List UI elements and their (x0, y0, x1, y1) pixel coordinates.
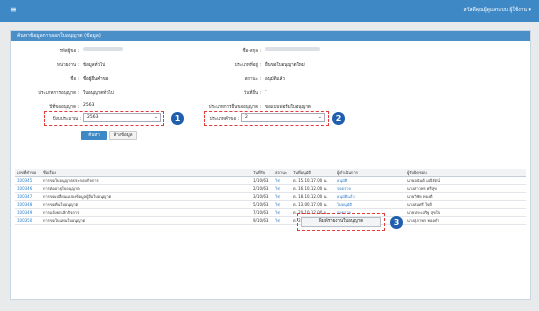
row-title: การขอคืนใบอนุญาต (41, 200, 251, 209)
row-received: 9/10/63 (251, 216, 273, 225)
table-row[interactable]: 100346 การต่ออายุใบอนุญาต 2/10/63 ใช่ ต.… (15, 184, 526, 193)
row-id-link[interactable]: 100350 (15, 216, 41, 225)
form-label-status: สถานะ : (244, 77, 261, 82)
table-row[interactable]: 100350 การขอใบแทนใบอนุญาต 9/10/63 ใช่ ต.… (15, 216, 526, 225)
form-value-year: 2563 (83, 103, 95, 108)
row-status: ใช่ (273, 208, 291, 217)
user-menu[interactable]: สวัสดีคุณผู้ดูแลระบบ ผู้ใช้งาน ▾ (464, 6, 531, 14)
table-row[interactable]: 100349 การแจ้งยกเลิกกิจการ 7/10/63 ใช่ ต… (15, 208, 526, 217)
row-title: การต่ออายุใบอนุญาต (41, 184, 251, 193)
redacted-value (83, 47, 123, 51)
row-received: 7/10/63 (251, 208, 273, 217)
form-value-request-type: ขอแบบฟอร์มใบอนุญาต (265, 105, 311, 110)
search-button[interactable]: ค้นหา (81, 131, 107, 140)
row-title: การขอใบอนุญาตประกอบกิจการ (41, 176, 251, 185)
row-id-link[interactable]: 100345 (15, 176, 41, 185)
column-header-status: สถานะ (273, 169, 291, 177)
form-value-agency: ข้อมูลทั่วไป (83, 63, 106, 68)
row-approved: ต. 18.10.12.00 น. (291, 192, 335, 201)
column-header-responsible: ผู้รับผิดชอบ (405, 169, 526, 177)
table-row[interactable]: 100345 การขอใบอนุญาตประกอบกิจการ 1/10/63… (15, 176, 526, 185)
form-label-code: รหัสผู้ขอ : (59, 49, 80, 54)
step-marker-3: 3 (390, 216, 403, 229)
row-approved: ต. 16.10.12.00 น. (291, 184, 335, 193)
row-responsible: นางสุภาพร ทองคำ (405, 216, 526, 225)
row-responsible: นายประเสริฐ สุขใจ (405, 208, 526, 217)
search-panel: ค้นหาข้อมูลการออกใบอนุญาต (ข้อมูล) รหัสผ… (10, 30, 531, 300)
column-header-operator: ผู้ดำเนินการ (335, 169, 405, 177)
row-operator-link[interactable]: รอตรวจ (335, 184, 405, 193)
form-label-address-type: ประเภทที่อยู่ : (234, 63, 261, 68)
row-received: 5/10/63 (251, 200, 273, 209)
row-title: การขอใบแทนใบอนุญาต (41, 216, 251, 225)
year-select-label: ปีงบประมาณ : (52, 117, 81, 122)
row-operator-link[interactable]: ไม่อนุมัติ (335, 200, 405, 209)
form-label-permit-type: ประเภทการอนุญาต : (38, 91, 79, 96)
form-value-permit-type: ใบอนุญาตทั่วไป (83, 91, 114, 96)
hamburger-icon[interactable]: ≡ (10, 5, 17, 14)
type-select[interactable]: 2 ⌄ (241, 113, 325, 122)
row-status: ใช่ (273, 216, 291, 225)
row-id-link[interactable]: 100349 (15, 208, 41, 217)
row-approved: ต. 13.00.17.00 น. (291, 200, 335, 209)
row-responsible: นางสมศรี ใจดี (405, 200, 526, 209)
step-marker-2: 2 (332, 112, 345, 125)
row-operator-link[interactable]: อนุมัติแล้ว (335, 192, 405, 201)
results-table: เลขที่คำขอ ชื่อเรื่อง วันที่รับ สถานะ วั… (15, 169, 526, 225)
row-operator-link[interactable]: อนุมัติ (335, 176, 405, 185)
column-header-id: เลขที่คำขอ (15, 169, 41, 177)
form-label-agency: หน่วยงาน : (57, 63, 79, 68)
row-received: 1/10/63 (251, 176, 273, 185)
row-id-link[interactable]: 100348 (15, 200, 41, 209)
type-select-value: 2 (245, 115, 248, 120)
form-label-date: วันที่ยื่น : (243, 91, 261, 96)
row-id-link[interactable]: 100346 (15, 184, 41, 193)
row-approved: ต. 15.10.17.00 น. (291, 176, 335, 185)
form-label-request-type: ประเภทการยื่นขออนุญาต : (208, 105, 261, 110)
row-status: ใช่ (273, 192, 291, 201)
row-title: การแจ้งยกเลิกกิจการ (41, 208, 251, 217)
form-label-name: ชื่อ : (70, 77, 79, 82)
form-label-fullname: ชื่อ-สกุล : (242, 49, 261, 54)
row-responsible: นายวิชัย ทองดี (405, 192, 526, 201)
row-responsible: นายอนันต์ มณีรัตน์ (405, 176, 526, 185)
table-row[interactable]: 100347 การขอเปลี่ยนแปลงข้อมูลผู้ถือใบอนุ… (15, 192, 526, 201)
row-title: การขอเปลี่ยนแปลงข้อมูลผู้ถือใบอนุญาต (41, 192, 251, 201)
reset-button[interactable]: ล้างข้อมูล (109, 131, 137, 140)
year-select-value: 2563 (87, 115, 99, 120)
print-report-button[interactable]: พิมพ์รายงานใบอนุญาต (301, 217, 381, 227)
row-status: ใช่ (273, 200, 291, 209)
form-value-address-type: ยื่นขอใบอนุญาตใหม่ (265, 63, 305, 68)
chevron-down-icon: ⌄ (317, 114, 322, 120)
table-header-row: เลขที่คำขอ ชื่อเรื่อง วันที่รับ สถานะ วั… (15, 169, 526, 177)
chevron-down-icon: ⌄ (153, 114, 158, 120)
row-received: 2/10/63 (251, 184, 273, 193)
panel-title: ค้นหาข้อมูลการออกใบอนุญาต (ข้อมูล) (11, 31, 530, 41)
row-received: 3/10/63 (251, 192, 273, 201)
form-label-year: ปีที่ขออนุญาต : (49, 105, 79, 110)
type-select-label: ประเภทคำขอ : (209, 117, 239, 122)
form-value-status: อนุมัติแล้ว (265, 77, 285, 82)
step-marker-1: 1 (171, 112, 184, 125)
column-header-approved: วันที่อนุมัติ (291, 169, 335, 177)
top-navigation-bar: ≡ สวัสดีคุณผู้ดูแลระบบ ผู้ใช้งาน ▾ (0, 0, 539, 22)
form-value-name: ชื่อผู้ยื่นคำขอ (83, 77, 109, 82)
redacted-value (265, 47, 320, 51)
form-value-date: - (265, 89, 267, 94)
row-id-link[interactable]: 100347 (15, 192, 41, 201)
row-responsible: นางสาวพร ศรีสุข (405, 184, 526, 193)
column-header-title: ชื่อเรื่อง (41, 169, 251, 177)
table-row[interactable]: 100348 การขอคืนใบอนุญาต 5/10/63 ใช่ ต. 1… (15, 200, 526, 209)
row-status: ใช่ (273, 184, 291, 193)
row-status: ใช่ (273, 176, 291, 185)
year-select[interactable]: 2563 ⌄ (83, 113, 161, 122)
column-header-received: วันที่รับ (251, 169, 273, 177)
